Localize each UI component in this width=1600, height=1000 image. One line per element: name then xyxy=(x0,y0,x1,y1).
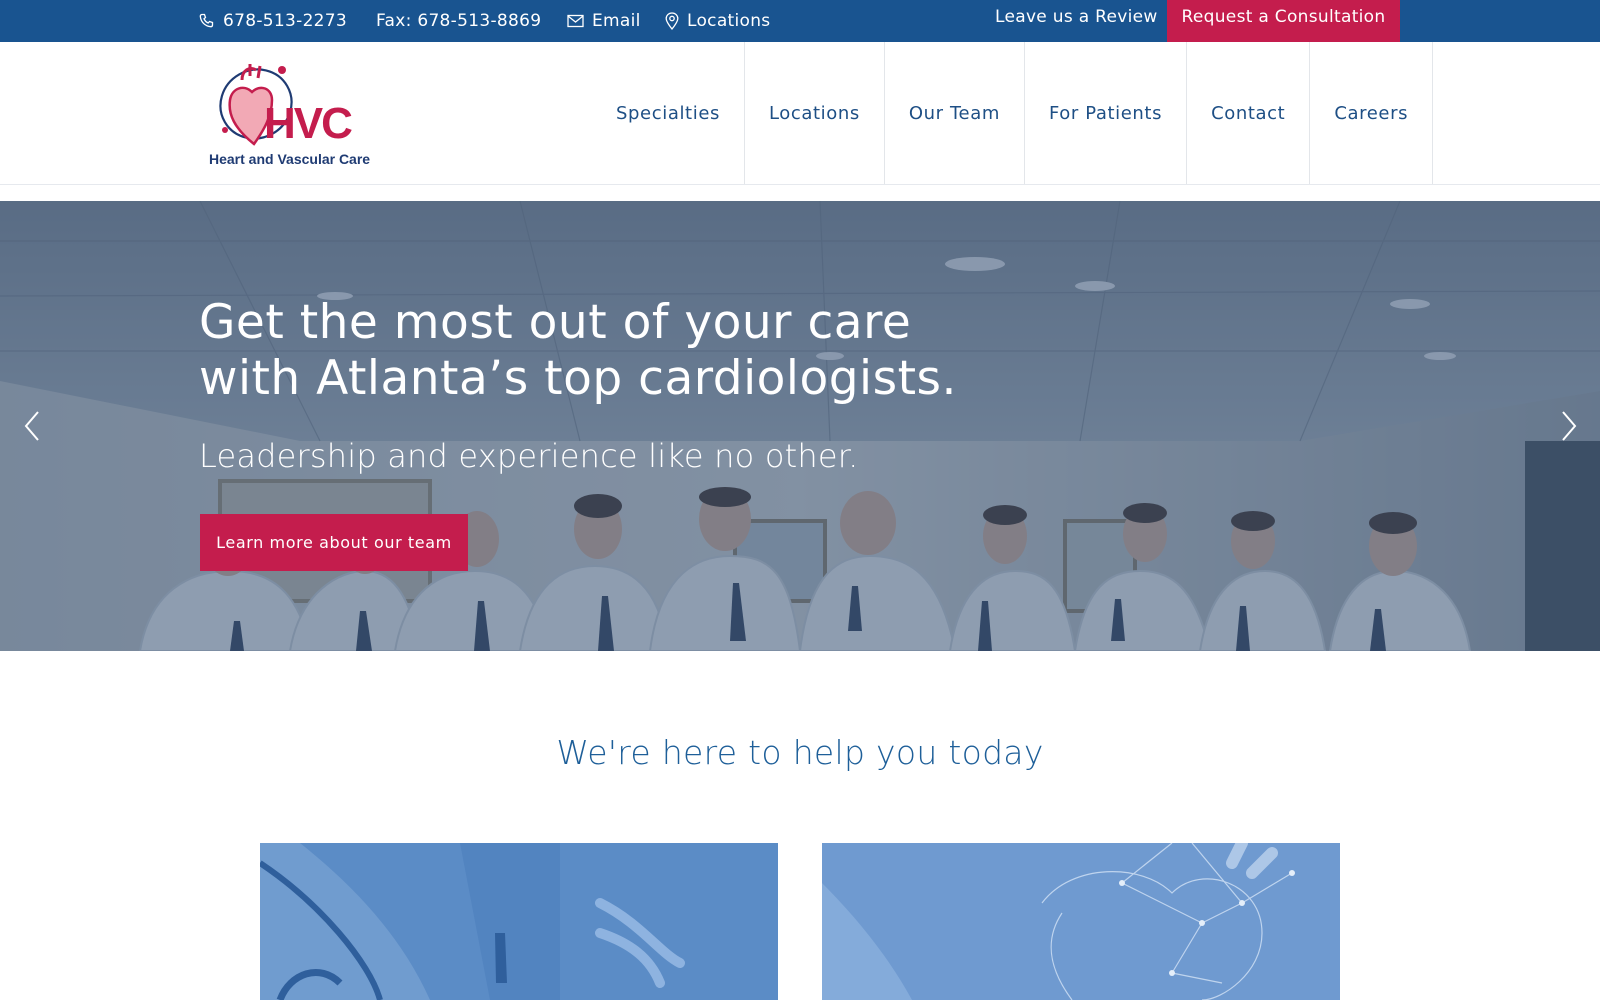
site-header: HVC Heart and Vascular Care Specialties … xyxy=(0,42,1600,185)
fax-number: Fax: 678-513-8869 xyxy=(376,11,542,31)
nav-item-specialties[interactable]: Specialties xyxy=(592,42,745,184)
doctor-photo xyxy=(260,843,778,1000)
nav-item-careers[interactable]: Careers xyxy=(1310,42,1434,184)
section-heading: We're here to help you today xyxy=(556,733,1044,772)
locations-label: Locations xyxy=(687,11,771,31)
phone-link[interactable]: 678-513-2273 xyxy=(199,0,347,42)
hvc-logo[interactable]: HVC Heart and Vascular Care xyxy=(206,58,386,170)
nav-item-locations[interactable]: Locations xyxy=(745,42,885,184)
heart-illustration xyxy=(822,843,1340,1000)
nav-item-contact[interactable]: Contact xyxy=(1187,42,1311,184)
hero-headline: Get the most out of your care with Atlan… xyxy=(199,295,1019,407)
request-consultation-button[interactable]: Request a Consultation xyxy=(1167,0,1400,42)
hero-slider: Get the most out of your care with Atlan… xyxy=(0,201,1600,651)
hero-subtitle: Leadership and experience like no other. xyxy=(199,437,859,475)
phone-number: 678-513-2273 xyxy=(223,11,348,31)
phone-icon xyxy=(199,13,214,28)
heart-logo-graphic: HVC xyxy=(219,64,354,148)
email-label: Email xyxy=(592,11,641,31)
nav-item-our-team[interactable]: Our Team xyxy=(885,42,1025,184)
leave-review-link[interactable]: Leave us a Review xyxy=(995,0,1158,38)
locations-link[interactable]: Locations xyxy=(665,0,770,42)
learn-more-team-button[interactable]: Learn more about our team xyxy=(200,514,468,571)
logo-tagline: Heart and Vascular Care xyxy=(209,151,371,167)
envelope-icon xyxy=(567,14,584,28)
hero-headline-line-1: Get the most out of your care xyxy=(199,295,912,350)
chevron-right-icon[interactable] xyxy=(1553,406,1583,446)
top-utility-bar: 678-513-2273 Fax: 678-513-8869 Email Loc… xyxy=(0,0,1600,42)
svg-text:HVC: HVC xyxy=(264,99,352,148)
map-pin-icon xyxy=(665,12,679,30)
hero-headline-line-2: with Atlanta’s top cardiologists. xyxy=(199,351,957,406)
email-link[interactable]: Email xyxy=(567,0,641,42)
service-card-heart[interactable] xyxy=(822,843,1340,1000)
service-card-doctor[interactable] xyxy=(260,843,778,1000)
main-navigation: Specialties Locations Our Team For Patie… xyxy=(592,42,1434,184)
chevron-left-icon[interactable] xyxy=(18,406,48,446)
hero-overlay xyxy=(0,201,1600,651)
nav-item-for-patients[interactable]: For Patients xyxy=(1025,42,1188,184)
